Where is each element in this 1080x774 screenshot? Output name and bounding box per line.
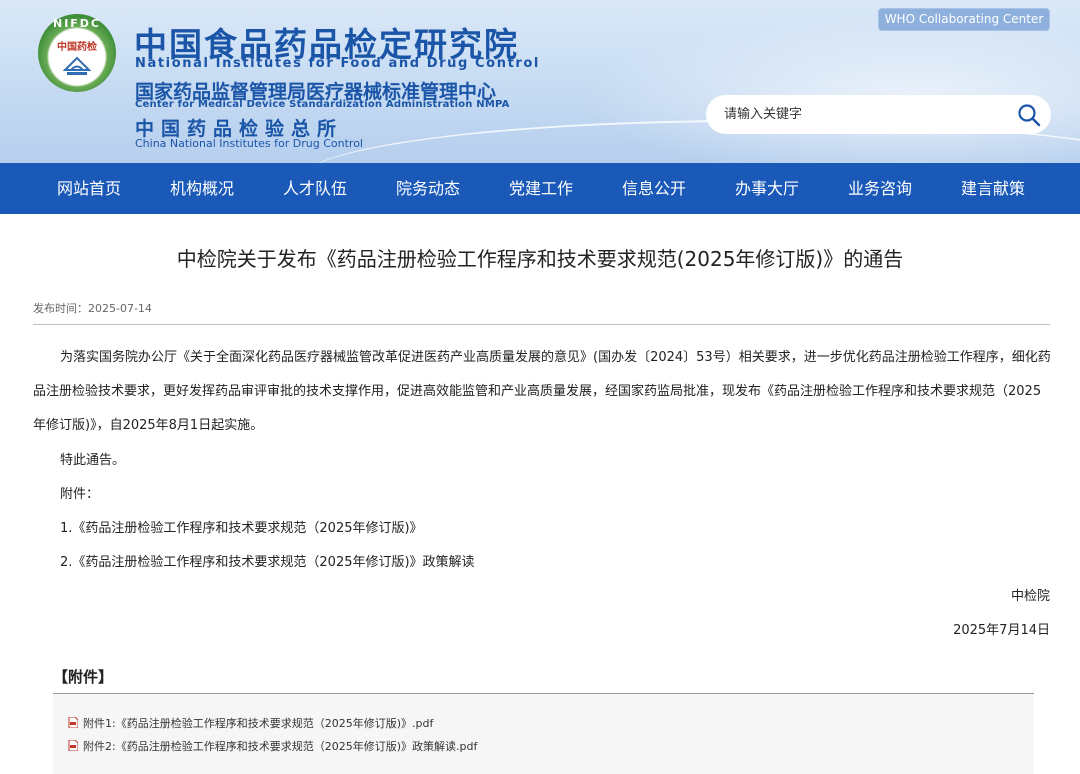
signer: 中检院 [1010,589,1050,604]
who-collaborating-center-button[interactable]: WHO Collaborating Center [878,8,1050,31]
article-paragraph: 为落实国务院办公厅《关于全面深化药品医疗器械监管改革促进医药产业高质量发展的意见… [33,350,1051,433]
nav-item-service-hall[interactable]: 办事大厅 [735,163,799,214]
nav-item-news[interactable]: 院务动态 [396,163,460,214]
nav-item-party[interactable]: 党建工作 [509,163,573,214]
title-divider [33,324,1050,325]
nav-item-disclosure[interactable]: 信息公开 [622,163,686,214]
attachment-2-text: 2.《药品注册检验工作程序和技术要求规范（2025年修订版)》政策解读 [60,555,475,570]
search-input[interactable] [724,104,994,125]
nav-item-about[interactable]: 机构概况 [170,163,234,214]
attachment-file-name: 附件2:《药品注册检验工作程序和技术要求规范（2025年修订版)》政策解读.pd… [83,740,478,753]
notice-text: 特此通告。 [60,453,126,468]
publish-time: 发布时间：2025-07-14 [33,302,152,315]
nav-item-consulting[interactable]: 业务咨询 [848,163,912,214]
attachment-file-link[interactable]: 附件2:《药品注册检验工作程序和技术要求规范（2025年修订版)》政策解读.pd… [68,738,477,754]
logo-center-text: 中国药检 [57,42,97,53]
pdf-file-icon [68,740,78,751]
search-icon[interactable] [1017,103,1041,127]
nav-item-talent[interactable]: 人才队伍 [283,163,347,214]
attachment-file-link[interactable]: 附件1:《药品注册检验工作程序和技术要求规范（2025年修订版)》.pdf [68,715,433,731]
attachment-file-name: 附件1:《药品注册检验工作程序和技术要求规范（2025年修订版)》.pdf [83,717,434,730]
article-title: 中检院关于发布《药品注册检验工作程序和技术要求规范(2025年修订版)》的通告 [176,247,904,271]
logo-ring-text: NIFDC [52,17,102,30]
nav-item-home[interactable]: 网站首页 [57,163,121,214]
attachments-heading: 【附件】 [53,668,114,686]
logo-emblem-icon [62,56,92,75]
nav-item-suggestions[interactable]: 建言献策 [961,163,1025,214]
site-subtitle2-en: China National Institutes for Drug Contr… [135,137,363,150]
nifdc-logo[interactable]: NIFDC 中国药检 [38,14,116,92]
site-subtitle-en: Center for Medical Device Standardizatio… [135,99,510,110]
site-title-en: National Institutes for Food and Drug Co… [135,56,540,71]
attachments-label: 附件： [60,487,100,502]
attachments-panel [53,694,1034,774]
publish-date: 2025年7月14日 [953,623,1050,638]
pdf-file-icon [68,717,78,728]
main-nav: 网站首页 机构概况 人才队伍 院务动态 党建工作 信息公开 办事大厅 业务咨询 … [0,163,1080,214]
site-header: NIFDC 中国药检 中国食品药品检定研究院 National Institut… [0,0,1080,163]
attachment-1-text: 1.《药品注册检验工作程序和技术要求规范（2025年修订版)》 [60,521,423,536]
search-box [706,95,1051,134]
